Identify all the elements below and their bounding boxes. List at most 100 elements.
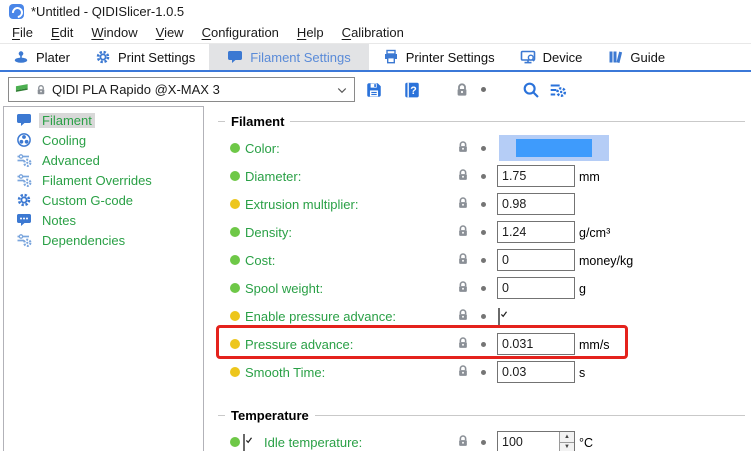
- section-header-filament: Filament: [218, 114, 751, 129]
- qidislicer-window: *Untitled - QIDISlicer-1.0.5 FileEditWin…: [0, 0, 751, 451]
- color-swatch: [516, 139, 592, 157]
- svg-text:?: ?: [410, 84, 417, 96]
- sliders-gear-icon: [16, 152, 32, 168]
- search-icon[interactable]: [522, 81, 540, 99]
- revert-dot[interactable]: [481, 258, 486, 263]
- settings-panel: FilamentColor:Diameter:1.75mmExtrusion m…: [218, 106, 751, 451]
- setting-label: Density:: [245, 225, 292, 240]
- chevron-down-icon: [336, 84, 348, 96]
- revert-dot[interactable]: [481, 370, 486, 375]
- revert-dot[interactable]: [481, 440, 486, 445]
- unit-label: °C: [579, 436, 593, 450]
- revert-dot[interactable]: [481, 286, 486, 291]
- lock-icon[interactable]: [456, 168, 470, 182]
- revert-dot[interactable]: [481, 342, 486, 347]
- setting-row-cost: Cost:0money/kg: [218, 246, 751, 274]
- sidebar-item-notes[interactable]: Notes: [4, 210, 203, 230]
- setting-row-density: Density:1.24g/cm³: [218, 218, 751, 246]
- green-bullet-icon: [230, 437, 240, 447]
- unit-label: g: [579, 282, 586, 296]
- sidebar-item-filament-overrides[interactable]: Filament Overrides: [4, 170, 203, 190]
- search-settings-icon[interactable]: [549, 81, 567, 99]
- section-header-temperature: Temperature: [218, 408, 751, 423]
- revert-dot[interactable]: [481, 314, 486, 319]
- setting-row-pressure-advance: Pressure advance:0.031mm/s: [218, 330, 751, 358]
- unit-label: mm/s: [579, 338, 610, 352]
- input-density[interactable]: 1.24: [497, 221, 575, 243]
- lock-icon[interactable]: [456, 308, 470, 322]
- preset-name: QIDI PLA Rapido @X-MAX 3: [52, 82, 331, 97]
- green-bullet-icon: [230, 143, 240, 153]
- help-book-icon[interactable]: ?: [403, 81, 421, 99]
- tab-device[interactable]: Device: [509, 44, 594, 70]
- yellow-bullet-icon: [230, 339, 240, 349]
- filament-bubble-icon: [227, 49, 243, 65]
- setting-label: Cost:: [245, 253, 275, 268]
- filament-preset-dropdown[interactable]: QIDI PLA Rapido @X-MAX 3: [8, 77, 355, 102]
- lock-icon[interactable]: [456, 336, 470, 350]
- input-diameter[interactable]: 1.75: [497, 165, 575, 187]
- menu-edit[interactable]: Edit: [42, 23, 82, 42]
- input-extrusion-multiplier[interactable]: 0.98: [497, 193, 575, 215]
- setting-row-idle-temperature: Idle temperature:100▲▼°C: [218, 428, 751, 451]
- input-idle-temperature[interactable]: 100▲▼: [497, 431, 575, 451]
- green-bullet-icon: [230, 171, 240, 181]
- spin-down-icon[interactable]: ▼: [560, 443, 574, 451]
- revert-dot[interactable]: [481, 146, 486, 151]
- lock-icon[interactable]: [456, 364, 470, 378]
- input-smooth-time[interactable]: 0.03: [497, 361, 575, 383]
- save-icon[interactable]: [365, 81, 383, 99]
- sidebar-item-custom-g-code[interactable]: Custom G-code: [4, 190, 203, 210]
- checkbox-idle-temperature[interactable]: [243, 435, 245, 451]
- setting-label: Extrusion multiplier:: [245, 197, 358, 212]
- section-title: Filament: [231, 114, 284, 129]
- menu-view[interactable]: View: [147, 23, 193, 42]
- spin-up-icon[interactable]: ▲: [560, 432, 574, 443]
- spin-buttons[interactable]: ▲▼: [559, 432, 574, 451]
- filament-preset-icon: [15, 82, 30, 97]
- menu-help[interactable]: Help: [288, 23, 333, 42]
- lock-icon[interactable]: [456, 252, 470, 266]
- checkbox-enable-pressure-advance[interactable]: [498, 309, 500, 327]
- yellow-bullet-icon: [230, 199, 240, 209]
- filament-bubble-icon: [16, 112, 32, 128]
- tab-guide[interactable]: Guide: [596, 44, 676, 70]
- tab-filament-settings[interactable]: Filament Settings: [209, 44, 368, 70]
- lock-icon[interactable]: [456, 280, 470, 294]
- setting-label: Color:: [245, 141, 280, 156]
- lock-icon[interactable]: [454, 82, 470, 98]
- settings-category-tree: FilamentCoolingAdvancedFilament Override…: [3, 106, 204, 451]
- sidebar-item-filament[interactable]: Filament: [4, 110, 203, 130]
- lock-icon[interactable]: [456, 224, 470, 238]
- revert-dot[interactable]: [481, 174, 486, 179]
- tab-plater[interactable]: Plater: [2, 44, 81, 70]
- tab-print-settings[interactable]: Print Settings: [84, 44, 206, 70]
- color-swatch-button[interactable]: [499, 135, 609, 161]
- sidebar-item-advanced[interactable]: Advanced: [4, 150, 203, 170]
- input-pressure-advance[interactable]: 0.031: [497, 333, 575, 355]
- revert-dot[interactable]: [481, 202, 486, 207]
- green-bullet-icon: [230, 255, 240, 265]
- menu-file[interactable]: File: [3, 23, 42, 42]
- sidebar-item-dependencies[interactable]: Dependencies: [4, 230, 203, 250]
- menu-window[interactable]: Window: [82, 23, 146, 42]
- lock-icon[interactable]: [456, 140, 470, 154]
- input-spool-weight[interactable]: 0: [497, 277, 575, 299]
- lock-icon[interactable]: [456, 196, 470, 210]
- menu-configuration[interactable]: Configuration: [193, 23, 288, 42]
- guide-books-icon: [607, 49, 623, 65]
- yellow-bullet-icon: [230, 311, 240, 321]
- menu-calibration[interactable]: Calibration: [333, 23, 413, 42]
- lock-icon[interactable]: [456, 434, 470, 448]
- sidebar-item-cooling[interactable]: Cooling: [4, 130, 203, 150]
- revert-dot[interactable]: [481, 87, 486, 92]
- tab-bar: PlaterPrint SettingsFilament SettingsPri…: [0, 43, 751, 72]
- plater-icon: [13, 49, 29, 65]
- sliders-gear-icon: [16, 172, 32, 188]
- green-bullet-icon: [230, 283, 240, 293]
- title-bar: *Untitled - QIDISlicer-1.0.5: [0, 0, 751, 22]
- tab-printer-settings[interactable]: Printer Settings: [372, 44, 506, 70]
- revert-dot[interactable]: [481, 230, 486, 235]
- input-cost[interactable]: 0: [497, 249, 575, 271]
- preset-toolbar: QIDI PLA Rapido @X-MAX 3 ?: [0, 72, 751, 107]
